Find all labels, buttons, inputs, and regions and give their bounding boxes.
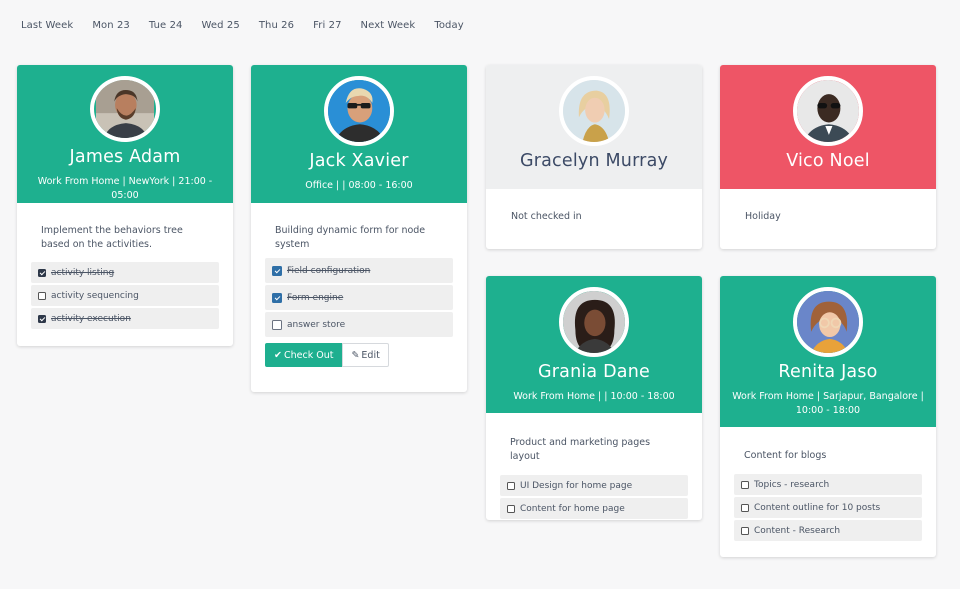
checkbox-icon[interactable] xyxy=(741,503,749,512)
check-icon: ✔ xyxy=(274,349,282,361)
checkbox-icon[interactable] xyxy=(507,481,515,490)
status-text: Not checked in xyxy=(511,211,582,222)
employee-card-jack: Jack Xavier Office | | 08:00 - 16:00 Bui… xyxy=(251,65,467,392)
employee-shift: Work From Home | NewYork | 21:00 - 05:00 xyxy=(37,176,213,201)
avatar xyxy=(559,76,629,146)
employee-shift: Office | | 08:00 - 16:00 xyxy=(305,180,413,191)
nav-last-week[interactable]: Last Week xyxy=(21,20,73,31)
checklist-item[interactable]: activity sequencing xyxy=(31,285,219,306)
avatar xyxy=(324,76,394,146)
employee-card-vico: Vico Noel Holiday xyxy=(720,65,936,249)
checkbox-checked-icon[interactable] xyxy=(272,292,282,303)
nav-wed[interactable]: Wed 25 xyxy=(202,20,240,31)
edit-icon: ✎ xyxy=(351,349,360,361)
checkbox-icon[interactable] xyxy=(507,504,515,513)
task-description: Implement the behaviors tree based on th… xyxy=(41,225,183,250)
employee-name: Jack Xavier xyxy=(309,151,409,171)
checklist-item[interactable]: Topics - research xyxy=(734,474,922,495)
nav-next-week[interactable]: Next Week xyxy=(361,20,416,31)
action-buttons: ✔ Check Out ✎ Edit xyxy=(265,343,453,367)
edit-button[interactable]: ✎ Edit xyxy=(342,343,389,367)
status-text: Holiday xyxy=(745,211,781,222)
employee-name: James Adam xyxy=(69,147,181,167)
checkbox-icon[interactable] xyxy=(741,480,749,489)
employee-card-gracelyn: Gracelyn Murray Not checked in xyxy=(486,65,702,249)
employee-name: Gracelyn Murray xyxy=(519,151,669,171)
card-header: Vico Noel xyxy=(720,65,936,189)
checklist-item[interactable]: Field configuration xyxy=(265,258,453,283)
checklist-item[interactable]: activity listing xyxy=(31,262,219,283)
employee-name: Renita Jaso xyxy=(778,362,878,382)
checklist-item[interactable]: answer store xyxy=(265,312,453,337)
card-header: Jack Xavier Office | | 08:00 - 16:00 xyxy=(251,65,467,203)
checkbox-checked-icon[interactable] xyxy=(38,314,46,323)
card-header: Gracelyn Murray xyxy=(486,65,702,189)
checkbox-icon[interactable] xyxy=(38,291,46,300)
employee-card-james: James Adam Work From Home | NewYork | 21… xyxy=(17,65,233,346)
avatar xyxy=(559,287,629,357)
checklist-item[interactable]: Content outline for 10 posts xyxy=(734,497,922,518)
nav-today[interactable]: Today xyxy=(434,20,463,31)
task-description: Product and marketing pages layout xyxy=(510,437,651,462)
employee-card-renita: Renita Jaso Work From Home | Sarjapur, B… xyxy=(720,276,936,557)
checkbox-icon[interactable] xyxy=(272,319,282,330)
checkbox-icon[interactable] xyxy=(741,526,749,535)
checkbox-checked-icon[interactable] xyxy=(38,268,46,277)
checklist-item[interactable]: activity execution xyxy=(31,308,219,329)
card-header: James Adam Work From Home | NewYork | 21… xyxy=(17,65,233,203)
card-header: Renita Jaso Work From Home | Sarjapur, B… xyxy=(720,276,936,427)
card-header: Grania Dane Work From Home | | 10:00 - 1… xyxy=(486,276,702,413)
week-nav: Last Week Mon 23 Tue 24 Wed 25 Thu 26 Fr… xyxy=(21,20,483,31)
employee-card-grania: Grania Dane Work From Home | | 10:00 - 1… xyxy=(486,276,702,520)
avatar xyxy=(793,76,863,146)
nav-thu[interactable]: Thu 26 xyxy=(259,20,294,31)
avatar xyxy=(90,76,160,142)
check-out-button[interactable]: ✔ Check Out xyxy=(265,343,343,367)
nav-fri[interactable]: Fri 27 xyxy=(313,20,341,31)
checklist-item[interactable]: Content - Research xyxy=(734,520,922,541)
nav-tue[interactable]: Tue 24 xyxy=(149,20,183,31)
nav-mon[interactable]: Mon 23 xyxy=(92,20,130,31)
employee-shift: Work From Home | | 10:00 - 18:00 xyxy=(513,391,675,402)
task-description: Content for blogs xyxy=(744,450,827,461)
checkbox-checked-icon[interactable] xyxy=(272,265,282,276)
task-description: Building dynamic form for node system xyxy=(275,225,426,250)
employee-shift: Work From Home | Sarjapur, Bangalore | 1… xyxy=(732,391,924,416)
employee-name: Grania Dane xyxy=(538,362,650,382)
checklist-item[interactable]: UI Design for home page xyxy=(500,475,688,496)
employee-name: Vico Noel xyxy=(786,151,870,171)
checklist-item[interactable]: Content for home page xyxy=(500,498,688,519)
avatar xyxy=(793,287,863,357)
checklist-item[interactable]: Form engine xyxy=(265,285,453,310)
